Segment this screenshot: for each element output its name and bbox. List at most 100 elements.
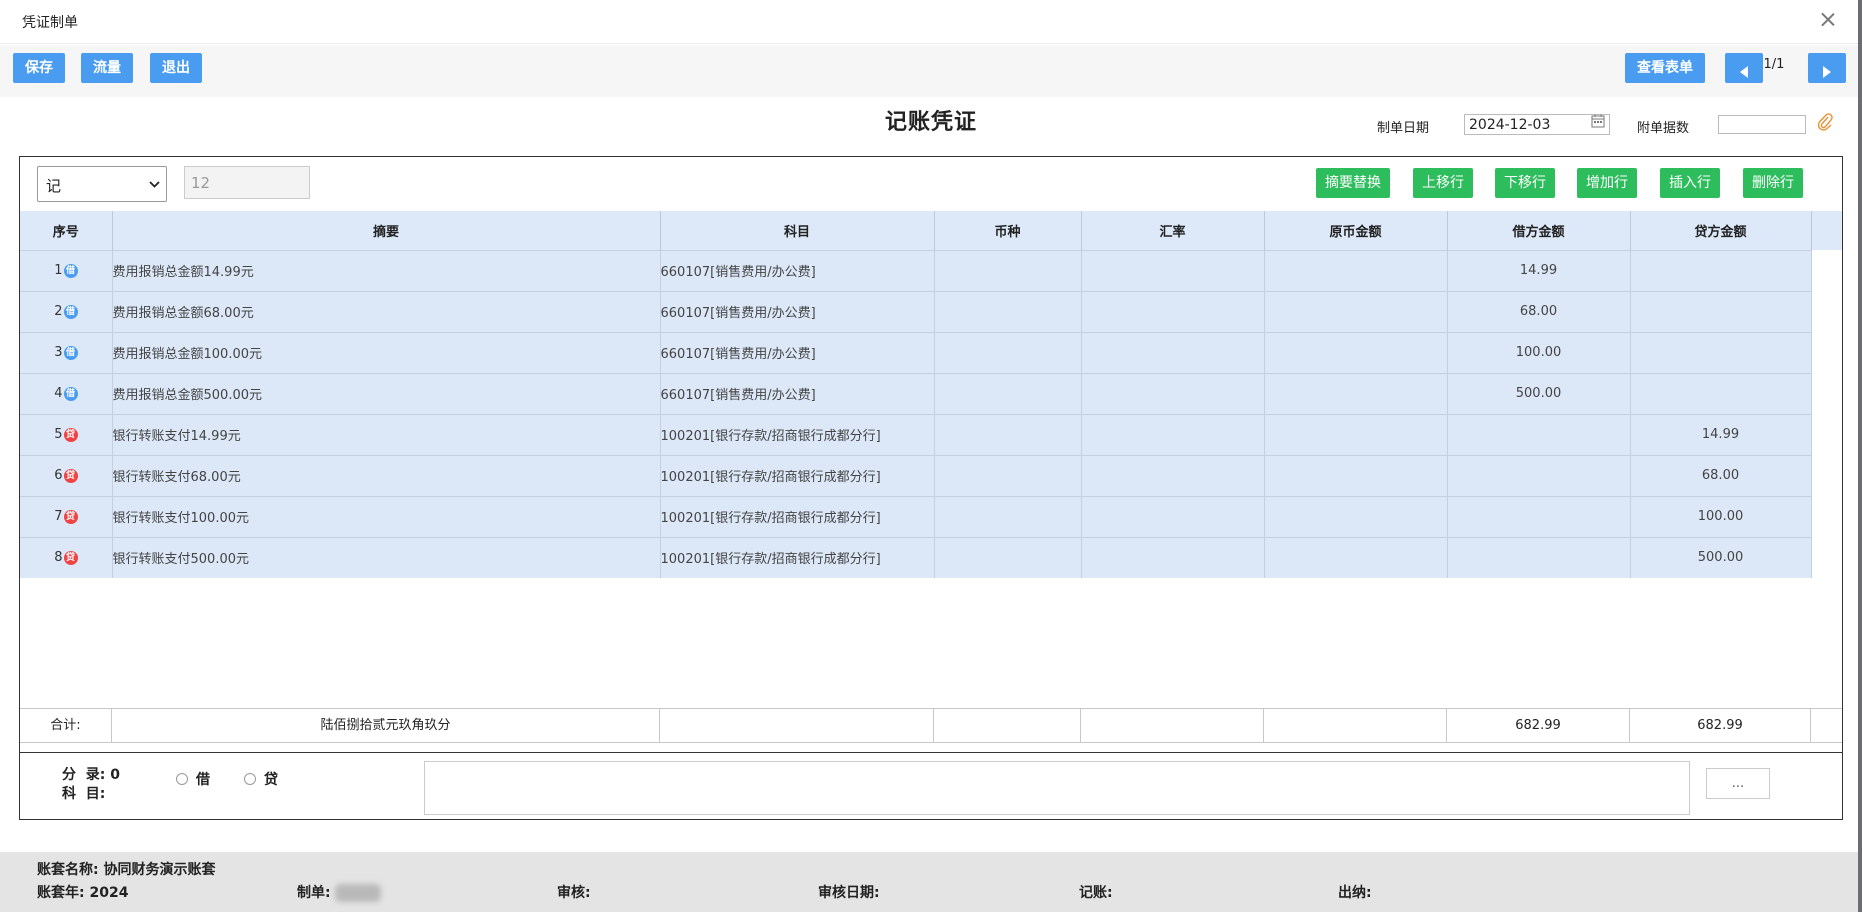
row-account[interactable]: 100201[银行存款/招商银行成都分行]: [660, 454, 935, 496]
attach-count-field[interactable]: [1718, 115, 1806, 134]
row-currency[interactable]: [934, 249, 1082, 291]
row-debit[interactable]: 68.00: [1447, 290, 1631, 332]
row-original-amount[interactable]: [1264, 413, 1448, 455]
row-original-amount[interactable]: [1264, 249, 1448, 291]
move-up-button[interactable]: 上移行: [1413, 168, 1473, 198]
row-credit[interactable]: 14.99: [1630, 413, 1812, 455]
credit-radio[interactable]: 贷: [244, 769, 278, 789]
row-account[interactable]: 660107[销售费用/办公费]: [660, 249, 935, 291]
add-row-button[interactable]: 增加行: [1577, 168, 1637, 198]
insert-row-button[interactable]: 插入行: [1660, 168, 1720, 198]
radio-circle-icon: [176, 773, 188, 785]
table-row[interactable]: 3借 费用报销总金额100.00元 660107[销售费用/办公费] 100.0…: [20, 331, 1812, 373]
row-summary[interactable]: 银行转账支付14.99元: [112, 413, 661, 455]
table-row[interactable]: 8贷 银行转账支付500.00元 100201[银行存款/招商银行成都分行] 5…: [20, 536, 1812, 578]
close-icon[interactable]: [1816, 8, 1840, 32]
row-original-amount[interactable]: [1264, 454, 1448, 496]
top-toolbar: 保存 流量 退出 查看表单 1/1: [0, 45, 1862, 97]
row-account[interactable]: 660107[销售费用/办公费]: [660, 290, 935, 332]
row-currency[interactable]: [934, 495, 1082, 537]
row-currency[interactable]: [934, 372, 1082, 414]
row-rate[interactable]: [1081, 495, 1265, 537]
row-account[interactable]: 100201[银行存款/招商银行成都分行]: [660, 495, 935, 537]
table-row[interactable]: 7贷 银行转账支付100.00元 100201[银行存款/招商银行成都分行] 1…: [20, 495, 1812, 537]
dialog-titlebar: 凭证制单: [0, 0, 1862, 44]
page-scrollbar[interactable]: [1858, 0, 1862, 912]
row-summary[interactable]: 费用报销总金额100.00元: [112, 331, 661, 373]
debit-mark-icon: 借: [63, 304, 78, 319]
cashier-label: 出纳:: [1338, 885, 1372, 901]
row-rate[interactable]: [1081, 413, 1265, 455]
row-debit[interactable]: [1447, 413, 1631, 455]
row-currency[interactable]: [934, 536, 1082, 578]
row-summary[interactable]: 银行转账支付68.00元: [112, 454, 661, 496]
row-seq: 8贷: [20, 536, 113, 578]
date-field[interactable]: [1464, 114, 1610, 135]
row-summary[interactable]: 费用报销总金额14.99元: [112, 249, 661, 291]
row-original-amount[interactable]: [1264, 536, 1448, 578]
row-original-amount[interactable]: [1264, 331, 1448, 373]
debit-radio[interactable]: 借: [176, 769, 210, 789]
row-credit[interactable]: [1630, 290, 1812, 332]
row-original-amount[interactable]: [1264, 495, 1448, 537]
row-seq: 6贷: [20, 454, 113, 496]
credit-mark-icon: 贷: [63, 468, 78, 483]
row-rate[interactable]: [1081, 372, 1265, 414]
row-credit[interactable]: 500.00: [1630, 536, 1812, 578]
debit-mark-icon: 借: [63, 386, 78, 401]
row-rate[interactable]: [1081, 454, 1265, 496]
row-credit[interactable]: [1630, 372, 1812, 414]
col-header-rate: 汇率: [1081, 211, 1265, 250]
view-sheet-button[interactable]: 查看表单: [1625, 53, 1705, 83]
save-button[interactable]: 保存: [13, 53, 65, 83]
row-debit[interactable]: 500.00: [1447, 372, 1631, 414]
row-credit[interactable]: 100.00: [1630, 495, 1812, 537]
arrow-left-icon: [1740, 66, 1748, 78]
row-rate[interactable]: [1081, 290, 1265, 332]
row-account[interactable]: 660107[销售费用/办公费]: [660, 372, 935, 414]
row-original-amount[interactable]: [1264, 372, 1448, 414]
paperclip-icon[interactable]: [1817, 113, 1833, 131]
row-credit[interactable]: [1630, 331, 1812, 373]
flow-button[interactable]: 流量: [81, 53, 133, 83]
row-summary[interactable]: 费用报销总金额500.00元: [112, 372, 661, 414]
row-account[interactable]: 660107[销售费用/办公费]: [660, 331, 935, 373]
row-currency[interactable]: [934, 290, 1082, 332]
row-currency[interactable]: [934, 413, 1082, 455]
row-debit[interactable]: 14.99: [1447, 249, 1631, 291]
table-row[interactable]: 2借 费用报销总金额68.00元 660107[销售费用/办公费] 68.00: [20, 290, 1812, 332]
row-rate[interactable]: [1081, 536, 1265, 578]
voucher-number-field[interactable]: 12: [184, 166, 310, 199]
replace-summary-button[interactable]: 摘要替换: [1316, 168, 1390, 198]
row-rate[interactable]: [1081, 249, 1265, 291]
table-row[interactable]: 1借 费用报销总金额14.99元 660107[销售费用/办公费] 14.99: [20, 249, 1812, 291]
row-debit[interactable]: [1447, 495, 1631, 537]
row-currency[interactable]: [934, 454, 1082, 496]
row-account[interactable]: 100201[银行存款/招商银行成都分行]: [660, 413, 935, 455]
table-row[interactable]: 5贷 银行转账支付14.99元 100201[银行存款/招商银行成都分行] 14…: [20, 413, 1812, 455]
frame-divider: [20, 752, 1842, 753]
row-debit[interactable]: 100.00: [1447, 331, 1631, 373]
row-summary[interactable]: 费用报销总金额68.00元: [112, 290, 661, 332]
subject-detail-box[interactable]: [424, 761, 1690, 815]
next-page-button[interactable]: [1808, 53, 1846, 83]
row-debit[interactable]: [1447, 536, 1631, 578]
table-row[interactable]: 4借 费用报销总金额500.00元 660107[销售费用/办公费] 500.0…: [20, 372, 1812, 414]
row-summary[interactable]: 银行转账支付500.00元: [112, 536, 661, 578]
voucher-type-select[interactable]: 记: [37, 166, 167, 202]
exit-button[interactable]: 退出: [150, 53, 202, 83]
row-credit[interactable]: 68.00: [1630, 454, 1812, 496]
row-debit[interactable]: [1447, 454, 1631, 496]
row-account[interactable]: 100201[银行存款/招商银行成都分行]: [660, 536, 935, 578]
row-credit[interactable]: [1630, 249, 1812, 291]
delete-row-button[interactable]: 删除行: [1743, 168, 1803, 198]
row-summary[interactable]: 银行转账支付100.00元: [112, 495, 661, 537]
row-seq: 3借: [20, 331, 113, 373]
calendar-icon[interactable]: [1591, 114, 1605, 128]
table-row[interactable]: 6贷 银行转账支付68.00元 100201[银行存款/招商银行成都分行] 68…: [20, 454, 1812, 496]
more-button[interactable]: ...: [1706, 768, 1770, 799]
row-currency[interactable]: [934, 331, 1082, 373]
row-rate[interactable]: [1081, 331, 1265, 373]
move-down-button[interactable]: 下移行: [1495, 168, 1555, 198]
row-original-amount[interactable]: [1264, 290, 1448, 332]
